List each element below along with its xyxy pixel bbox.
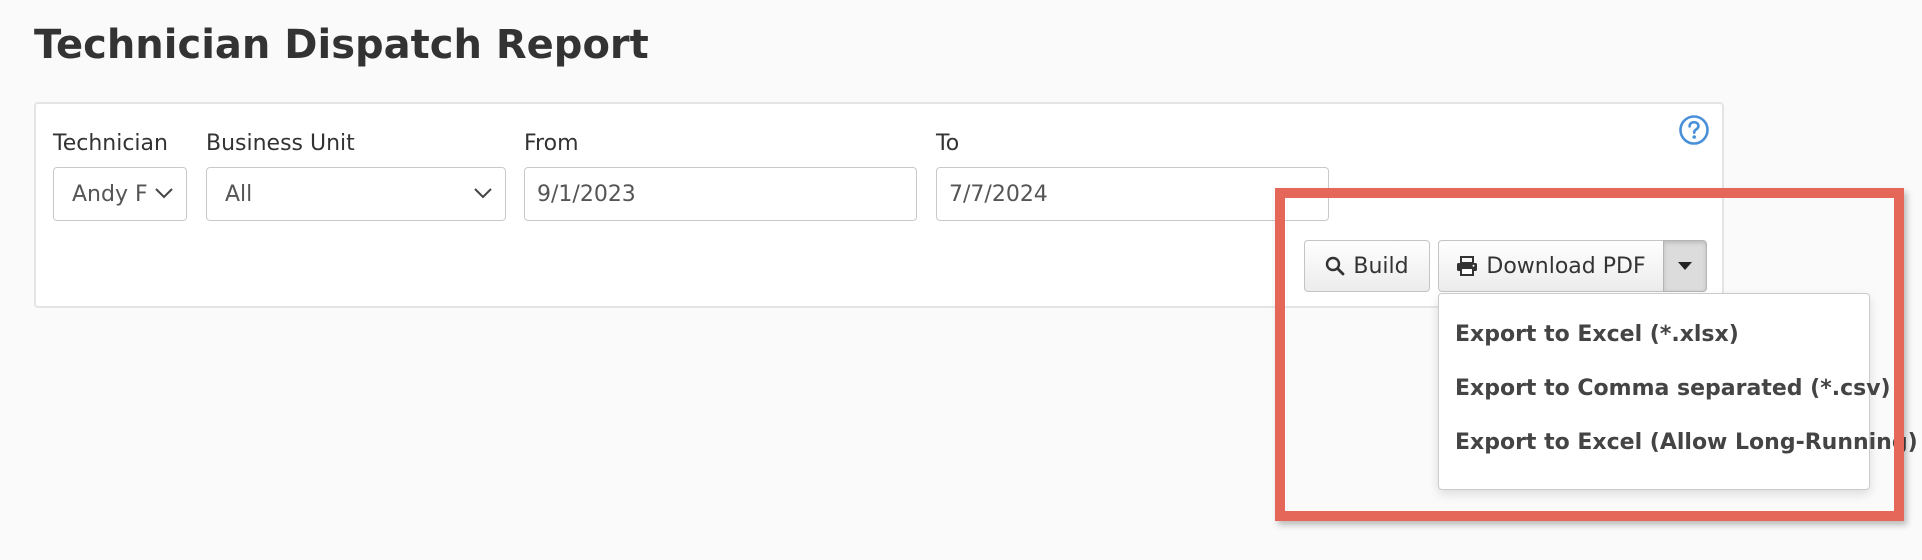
- from-date-value: 9/1/2023: [537, 181, 636, 207]
- menu-item-export-xlsx[interactable]: Export to Excel (*.xlsx): [1439, 320, 1869, 374]
- business-unit-select-value: All: [225, 181, 253, 207]
- build-button[interactable]: Build: [1304, 240, 1430, 292]
- from-date-input[interactable]: 9/1/2023: [524, 167, 917, 221]
- chevron-down-icon: [474, 188, 492, 199]
- filter-panel: Technician Andy F Business Unit All From…: [34, 102, 1724, 308]
- to-date-input[interactable]: 7/7/2024: [936, 167, 1329, 221]
- technician-select-value: Andy F: [72, 181, 148, 207]
- technician-label: Technician: [53, 131, 168, 156]
- search-icon: [1326, 256, 1345, 276]
- from-label: From: [524, 131, 579, 156]
- build-button-label: Build: [1353, 253, 1409, 279]
- export-dropdown-menu: Export to Excel (*.xlsx) Export to Comma…: [1438, 293, 1918, 490]
- menu-item-export-excel-long-running[interactable]: Export to Excel (Allow Long-Running): [1439, 428, 1918, 482]
- question-circle-icon[interactable]: [1678, 114, 1710, 146]
- print-icon: [1457, 256, 1478, 276]
- business-unit-label: Business Unit: [206, 131, 355, 156]
- menu-item-export-csv[interactable]: Export to Comma separated (*.csv): [1439, 374, 1891, 428]
- technician-select[interactable]: Andy F: [53, 167, 187, 221]
- page-title: Technician Dispatch Report: [34, 22, 649, 68]
- chevron-down-icon: [155, 188, 173, 199]
- export-menu-toggle[interactable]: [1663, 240, 1707, 292]
- to-date-value: 7/7/2024: [949, 181, 1048, 207]
- download-pdf-button[interactable]: Download PDF: [1438, 240, 1664, 292]
- caret-down-icon: [1678, 262, 1692, 270]
- download-pdf-button-label: Download PDF: [1486, 253, 1646, 279]
- to-label: To: [936, 131, 960, 156]
- business-unit-select[interactable]: All: [206, 167, 506, 221]
